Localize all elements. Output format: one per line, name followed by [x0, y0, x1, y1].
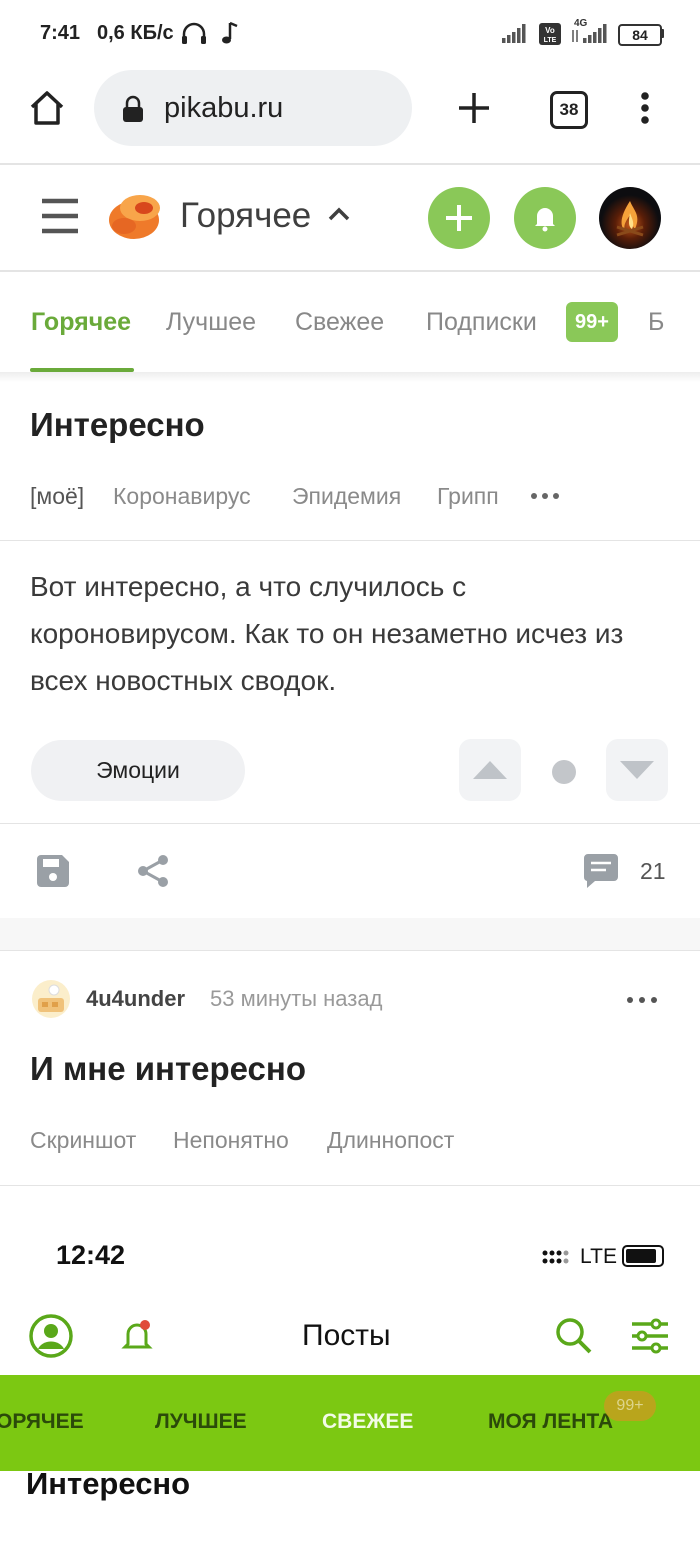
headphones-icon	[182, 22, 206, 44]
tab-best[interactable]: Лучшее	[166, 308, 256, 337]
section-title[interactable]: Горячее	[180, 196, 311, 236]
post-title[interactable]: Интересно	[30, 406, 205, 444]
bell-icon	[535, 208, 555, 232]
battery-tip	[661, 29, 664, 38]
rating-dot	[552, 760, 576, 784]
volte-icon: Vo LTE	[539, 23, 561, 45]
embedded-filter-icon	[632, 1318, 668, 1354]
add-post-button[interactable]	[428, 187, 490, 249]
embedded-feed-badge: 99+	[604, 1391, 656, 1421]
post-text: Вот интересно, а что случилось с коронов…	[30, 571, 624, 696]
post-tag[interactable]: Длиннопост	[327, 1127, 454, 1154]
tabs-shadow	[0, 372, 700, 382]
post-divider	[0, 1185, 700, 1186]
menu-icon[interactable]	[42, 198, 78, 234]
tabs-count-button[interactable]: 38	[550, 91, 588, 129]
music-note-icon	[222, 21, 238, 44]
new-tab-icon[interactable]	[456, 90, 492, 126]
tab-fresh[interactable]: Свежее	[295, 308, 384, 337]
comments-count[interactable]: 21	[640, 858, 666, 885]
signal-strength-4g-icon	[572, 24, 607, 43]
posts-separator-line	[0, 950, 700, 951]
chevron-up-icon[interactable]	[328, 206, 350, 222]
url-text[interactable]: pikabu.ru	[164, 92, 283, 125]
save-icon[interactable]	[35, 853, 71, 889]
status-time: 7:41	[40, 22, 81, 44]
arrow-down-icon	[620, 761, 654, 779]
tab-hot[interactable]: Горячее	[31, 308, 131, 337]
tab-subscriptions[interactable]: Подписки	[426, 308, 537, 337]
post-tag[interactable]: Непонятно	[173, 1127, 289, 1154]
embedded-tab-fresh: СВЕЖЕЕ	[322, 1410, 414, 1433]
embedded-bell-icon	[121, 1320, 153, 1349]
status-network-speed: 0,6 КБ/с	[97, 22, 174, 44]
embedded-tab-hot: ОРЯЧЕЕ	[0, 1410, 84, 1433]
embedded-status-time: 12:42	[56, 1240, 126, 1270]
post-author[interactable]: 4u4under	[86, 986, 185, 1012]
svg-text:LTE: LTE	[544, 37, 557, 44]
subscriptions-badge: 99+	[566, 302, 618, 342]
embedded-profile-icon	[29, 1314, 73, 1358]
more-horiz-icon[interactable]	[626, 994, 658, 1006]
actions-divider	[0, 823, 700, 824]
post-tag[interactable]: Коронавирус	[113, 483, 251, 510]
share-icon[interactable]	[136, 853, 170, 889]
home-icon[interactable]	[28, 89, 66, 127]
post-tag[interactable]: Эпидемия	[292, 483, 401, 510]
battery-icon: 84	[618, 24, 662, 46]
embedded-page-title: Посты	[302, 1319, 391, 1352]
embedded-network-label: LTE	[580, 1245, 617, 1268]
comments-icon[interactable]	[582, 853, 620, 889]
post-tag[interactable]: Грипп	[437, 483, 499, 510]
more-vert-icon[interactable]	[638, 90, 652, 126]
downvote-button[interactable]	[606, 739, 668, 801]
status-bar: 7:41 0,6 КБ/с Vo LTE 4G 84	[0, 0, 700, 66]
post-time: 53 минуты назад	[210, 986, 383, 1011]
emotions-button[interactable]: Эмоции	[31, 740, 245, 801]
post-tag[interactable]: Скриншот	[30, 1127, 136, 1154]
embedded-tab-best: ЛУЧШЕЕ	[155, 1410, 247, 1433]
signal-strength-icon	[502, 24, 526, 43]
battery-level: 84	[632, 27, 648, 43]
plus-icon	[446, 205, 472, 231]
toolbar-divider	[0, 163, 700, 165]
arrow-up-icon	[473, 761, 507, 779]
pikabu-logo-icon[interactable]	[104, 186, 162, 244]
embedded-post-title: Интересно	[26, 1466, 191, 1501]
notifications-button[interactable]	[514, 187, 576, 249]
post-tag[interactable]: [моё]	[30, 483, 84, 510]
header-divider	[0, 270, 700, 272]
upvote-button[interactable]	[459, 739, 521, 801]
svg-text:Vo: Vo	[545, 26, 555, 35]
embedded-battery-icon	[622, 1245, 664, 1267]
post-divider	[0, 540, 700, 541]
posts-separator	[0, 918, 700, 950]
campfire-avatar-icon	[616, 201, 644, 237]
post-title[interactable]: И мне интересно	[30, 1050, 306, 1088]
user-avatar[interactable]	[599, 187, 661, 249]
more-horiz-icon[interactable]	[530, 490, 560, 502]
embedded-search-icon	[556, 1318, 592, 1354]
embedded-tab-feed: МОЯ ЛЕНТА	[488, 1410, 614, 1433]
lock-icon	[123, 95, 143, 122]
embedded-signal-icon	[542, 1250, 569, 1264]
author-avatar[interactable]	[30, 980, 72, 1018]
tab-more[interactable]: Б	[648, 308, 664, 337]
